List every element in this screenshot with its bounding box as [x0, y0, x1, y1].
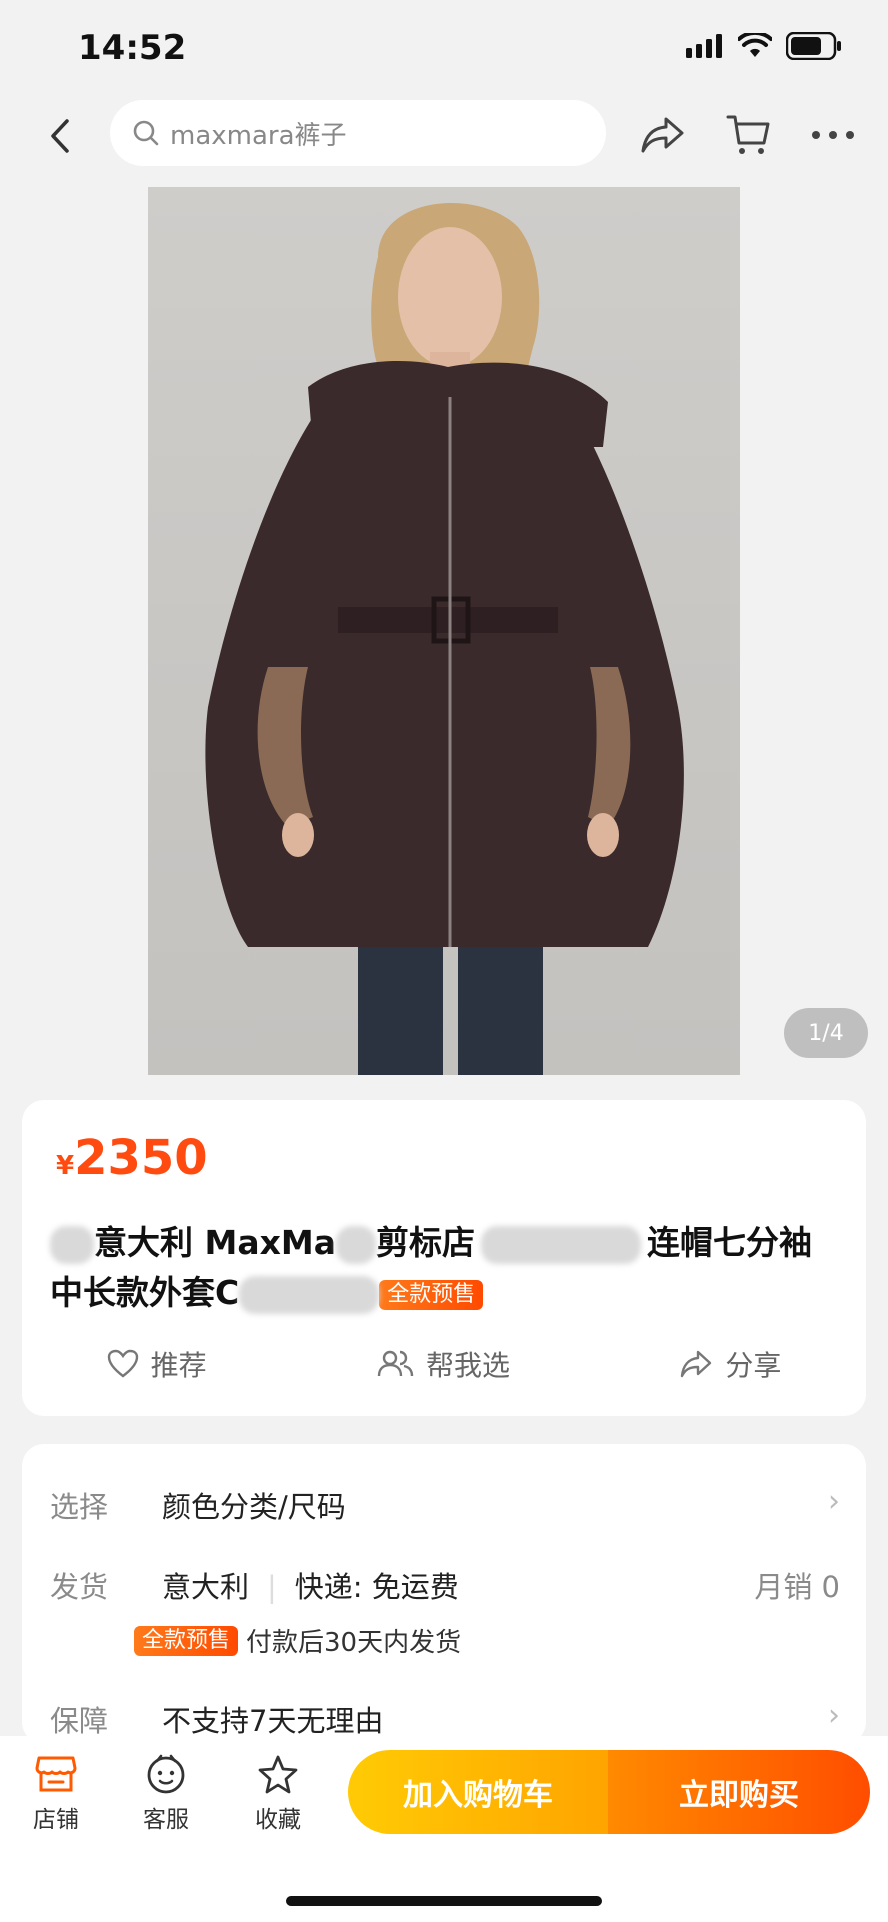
title-part-1: 意大利 MaxMa [94, 1223, 336, 1262]
currency-symbol: ¥ [56, 1151, 75, 1181]
more-icon [812, 131, 854, 139]
people-icon [377, 1350, 414, 1377]
favorite-label: 收藏 [255, 1807, 301, 1833]
price-value: 2350 [74, 1130, 208, 1186]
store-label: 店铺 [33, 1807, 79, 1833]
product-info-card: 选择 颜色分类/尺码 › 发货 意大利 | 快递: 免运费 月销 0 全款预售 付款… [22, 1444, 866, 1744]
home-indicator [286, 1896, 602, 1906]
battery-icon [786, 32, 841, 60]
select-value: 颜色分类/尺码 [162, 1490, 346, 1524]
guarantee-label: 保障 [50, 1704, 109, 1738]
ship-origin: 意大利 [162, 1570, 250, 1604]
search-bar[interactable]: maxmara裤子 [110, 100, 606, 166]
title-part-2: 剪标店 [376, 1223, 475, 1262]
favorite-button[interactable]: 收藏 [238, 1754, 318, 1834]
select-label: 选择 [50, 1490, 109, 1524]
presale-note: 全款预售 付款后30天内发货 [134, 1622, 461, 1659]
redacted-text [336, 1225, 376, 1264]
signal-icon [686, 34, 722, 58]
chevron-left-icon [51, 119, 69, 153]
share-icon [681, 1350, 712, 1378]
share-icon [641, 117, 684, 153]
redacted-text [481, 1225, 641, 1264]
chevron-right-icon: › [828, 1484, 840, 1519]
search-icon [133, 120, 159, 146]
status-bar: 14:52 [0, 0, 888, 98]
chevron-right-icon: › [828, 1698, 840, 1733]
help-choose-button[interactable]: 帮我选 [376, 1344, 510, 1384]
spec-select-row[interactable]: 选择 颜色分类/尺码 › [50, 1484, 840, 1534]
cart-icon [726, 115, 770, 154]
presale-tag: 全款预售 [379, 1279, 484, 1310]
ship-method: 快递: 免运费 [294, 1570, 459, 1604]
shipping-value: 意大利 | 快递: 免运费 [162, 1564, 459, 1606]
star-icon [258, 1755, 298, 1794]
service-button[interactable]: 客服 [126, 1754, 206, 1834]
back-button[interactable] [38, 114, 82, 158]
redacted-text [239, 1275, 380, 1314]
status-time: 14:52 [78, 28, 187, 68]
share-button[interactable] [638, 112, 688, 158]
redacted-text [50, 1225, 94, 1264]
monthly-sales: 月销 0 [754, 1570, 840, 1604]
shipping-row: 发货 意大利 | 快递: 免运费 月销 0 [50, 1564, 840, 1614]
guarantee-value: 不支持7天无理由 [162, 1704, 384, 1738]
title-part-4: 中长款外套C [50, 1273, 240, 1312]
buy-now-button[interactable]: 立即购买 [608, 1750, 870, 1834]
product-actions: 推荐 帮我选 分享 [22, 1336, 866, 1392]
share-action-button[interactable]: 分享 [679, 1344, 781, 1384]
divider: | [267, 1570, 277, 1604]
help-choose-label: 帮我选 [425, 1349, 510, 1382]
heart-icon [107, 1349, 138, 1378]
product-title: 意大利 MaxMa 剪标店 连帽七分袖 中长款外套C 全款预售 [50, 1218, 850, 1318]
shipping-label: 发货 [50, 1570, 109, 1604]
customer-service-icon [147, 1754, 185, 1794]
store-icon [35, 1756, 77, 1792]
search-query: maxmara裤子 [170, 120, 347, 151]
recommend-button[interactable]: 推荐 [107, 1344, 207, 1384]
store-button[interactable]: 店铺 [16, 1754, 96, 1834]
bottom-action-bar: 店铺 客服 收藏 加入购物车 立即购买 [0, 1736, 888, 1922]
add-to-cart-button[interactable]: 加入购物车 [348, 1750, 608, 1834]
product-image[interactable] [148, 187, 740, 1075]
price: ¥2350 [56, 1130, 208, 1186]
recommend-label: 推荐 [150, 1349, 207, 1382]
service-label: 客服 [143, 1807, 189, 1833]
wifi-icon [738, 33, 772, 57]
nav-bar: maxmara裤子 [0, 98, 888, 186]
presale-tag: 全款预售 [134, 1625, 239, 1656]
title-part-3: 连帽七分袖 [647, 1223, 812, 1262]
cart-button[interactable] [724, 112, 774, 158]
ship-note: 付款后30天内发货 [246, 1628, 462, 1658]
gallery-page-indicator: 1/4 [784, 1008, 868, 1058]
model-illustration [205, 203, 684, 1075]
product-summary-card: ¥2350 意大利 MaxMa 剪标店 连帽七分袖 中长款外套C 全款预售 推荐 帮我… [22, 1100, 866, 1416]
more-button[interactable] [808, 112, 858, 158]
share-label: 分享 [725, 1349, 782, 1382]
status-icons [686, 32, 842, 60]
